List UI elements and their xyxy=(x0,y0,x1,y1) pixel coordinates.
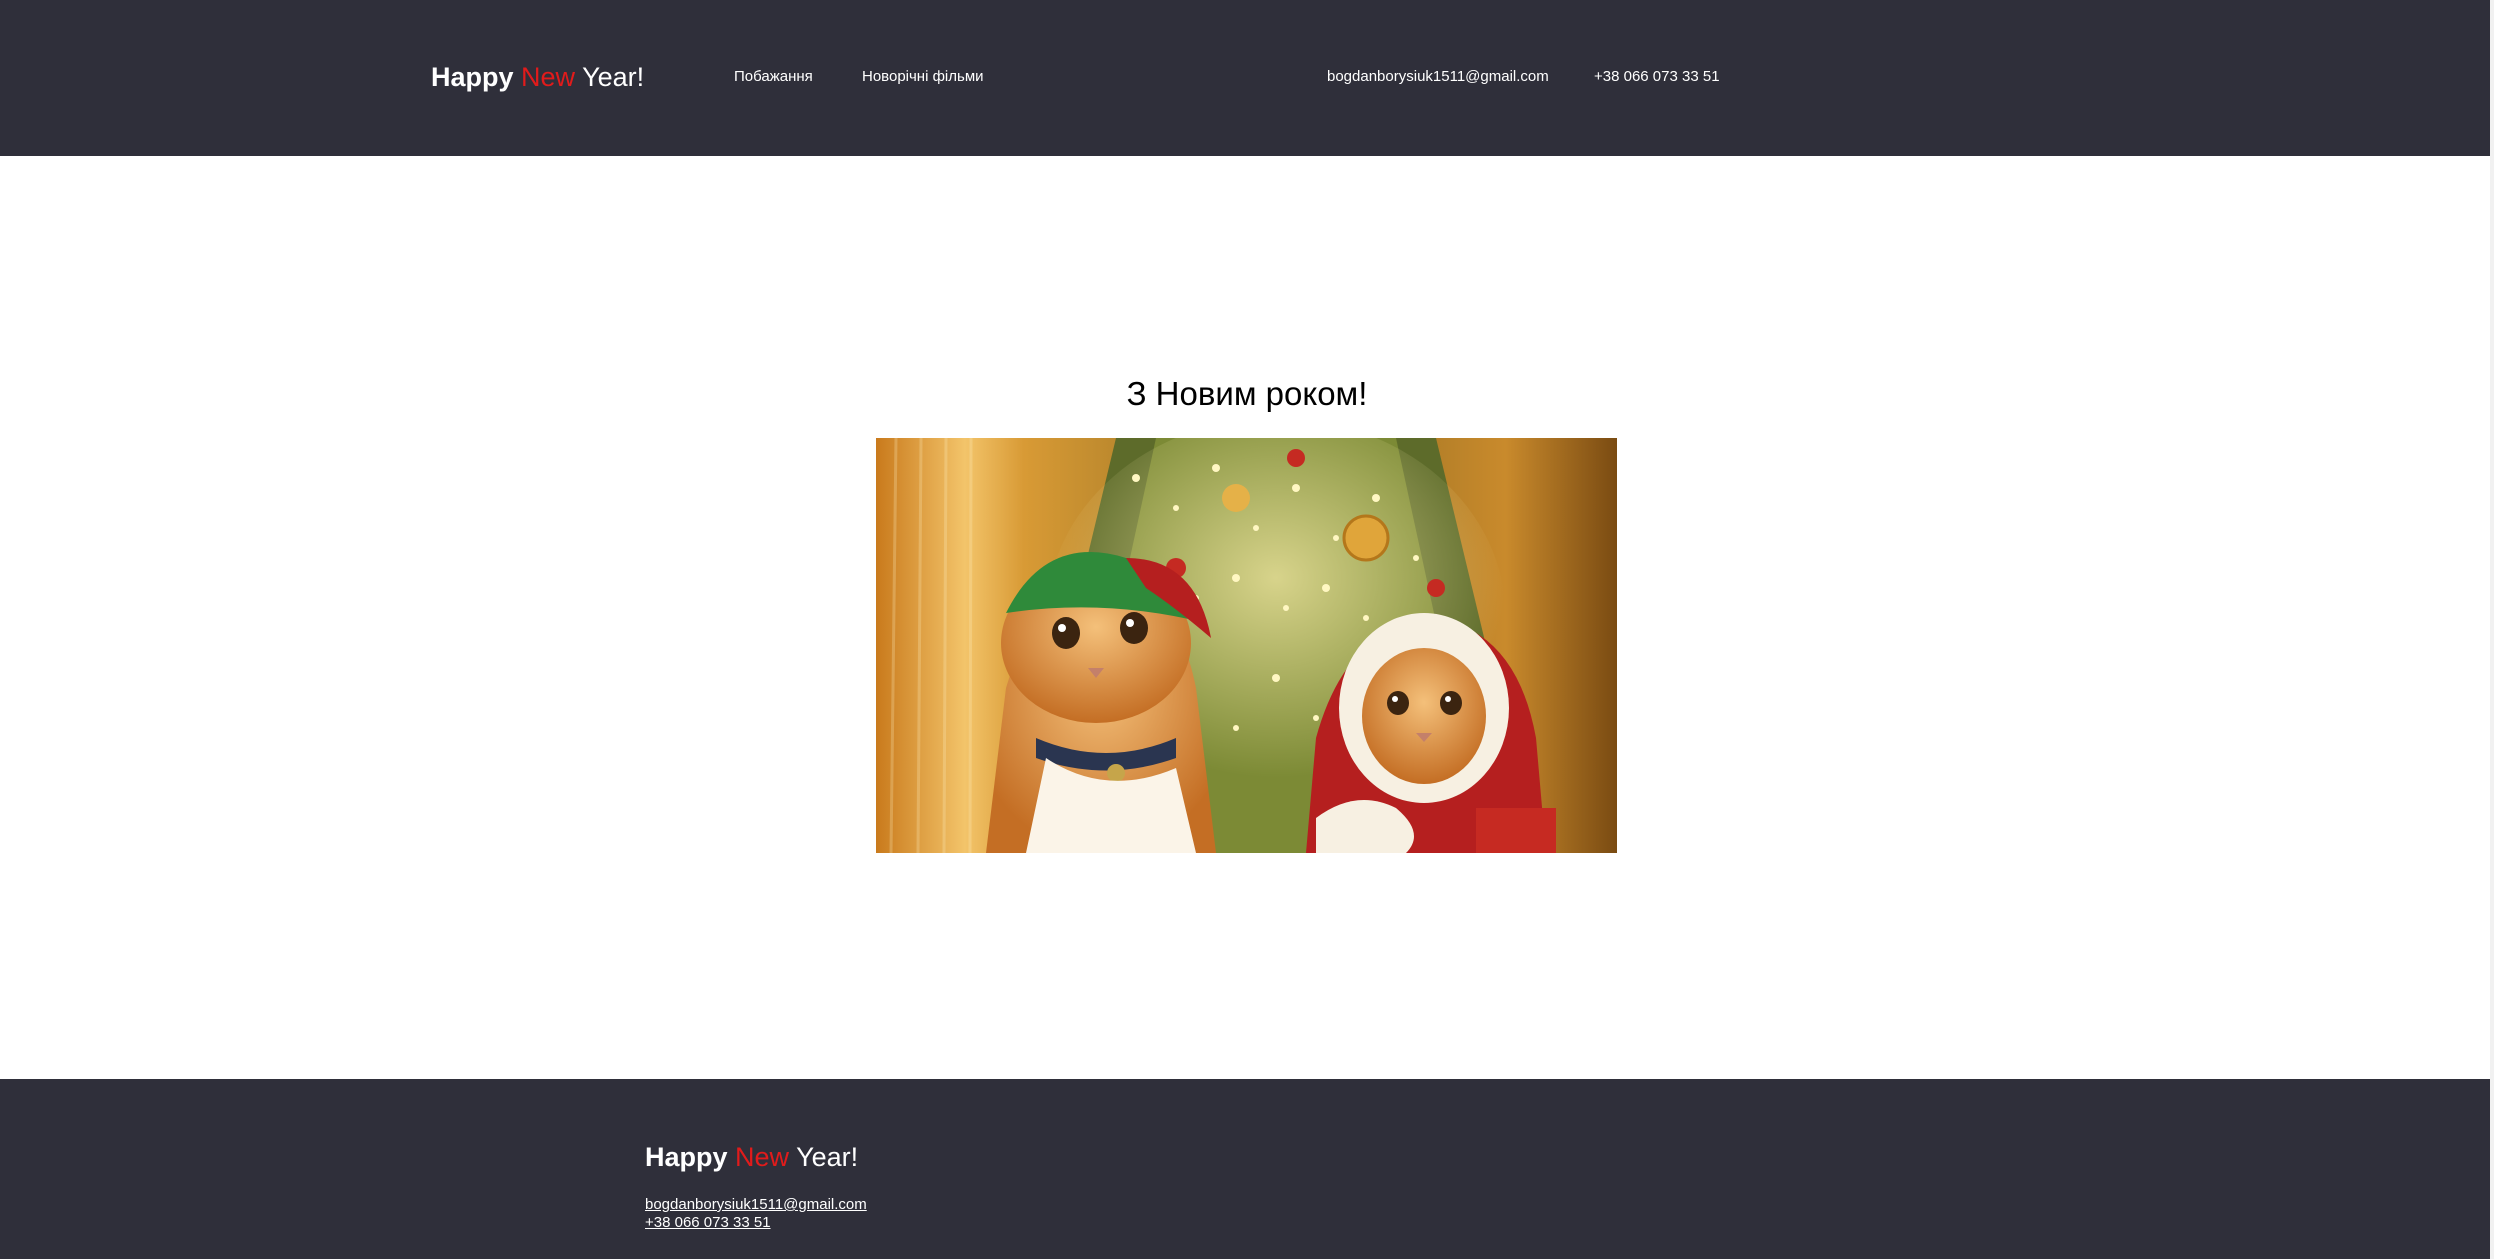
site-footer: Happy New Year! bogdanborysiuk1511@gmail… xyxy=(0,1079,2490,1259)
logo-word-year: Year! xyxy=(796,1142,859,1172)
footer-phone-link[interactable]: +38 066 073 33 51 xyxy=(645,1215,771,1230)
header-email-link[interactable]: bogdanborysiuk1511@gmail.com xyxy=(1327,69,1549,84)
nav-link-new-year-films[interactable]: Новорічні фільми xyxy=(862,69,984,84)
site-header: Happy New Year! Побажання Новорічні філь… xyxy=(0,0,2490,156)
logo-word-year: Year! xyxy=(582,62,645,92)
nav-link-wishes[interactable]: Побажання xyxy=(734,69,813,84)
footer-email-link[interactable]: bogdanborysiuk1511@gmail.com xyxy=(645,1197,867,1212)
logo-word-happy: Happy xyxy=(431,62,514,92)
page-title: З Новим роком! xyxy=(1126,375,1368,412)
logo-word-happy: Happy xyxy=(645,1142,728,1172)
page-scrollbar[interactable] xyxy=(2490,0,2494,1259)
logo[interactable]: Happy New Year! xyxy=(431,64,644,91)
logo-word-new: New xyxy=(735,1142,790,1172)
footer-logo[interactable]: Happy New Year! xyxy=(645,1144,858,1171)
header-phone-link[interactable]: +38 066 073 33 51 xyxy=(1594,69,1720,84)
christmas-cats-photo xyxy=(876,438,1617,853)
logo-word-new: New xyxy=(521,62,576,92)
